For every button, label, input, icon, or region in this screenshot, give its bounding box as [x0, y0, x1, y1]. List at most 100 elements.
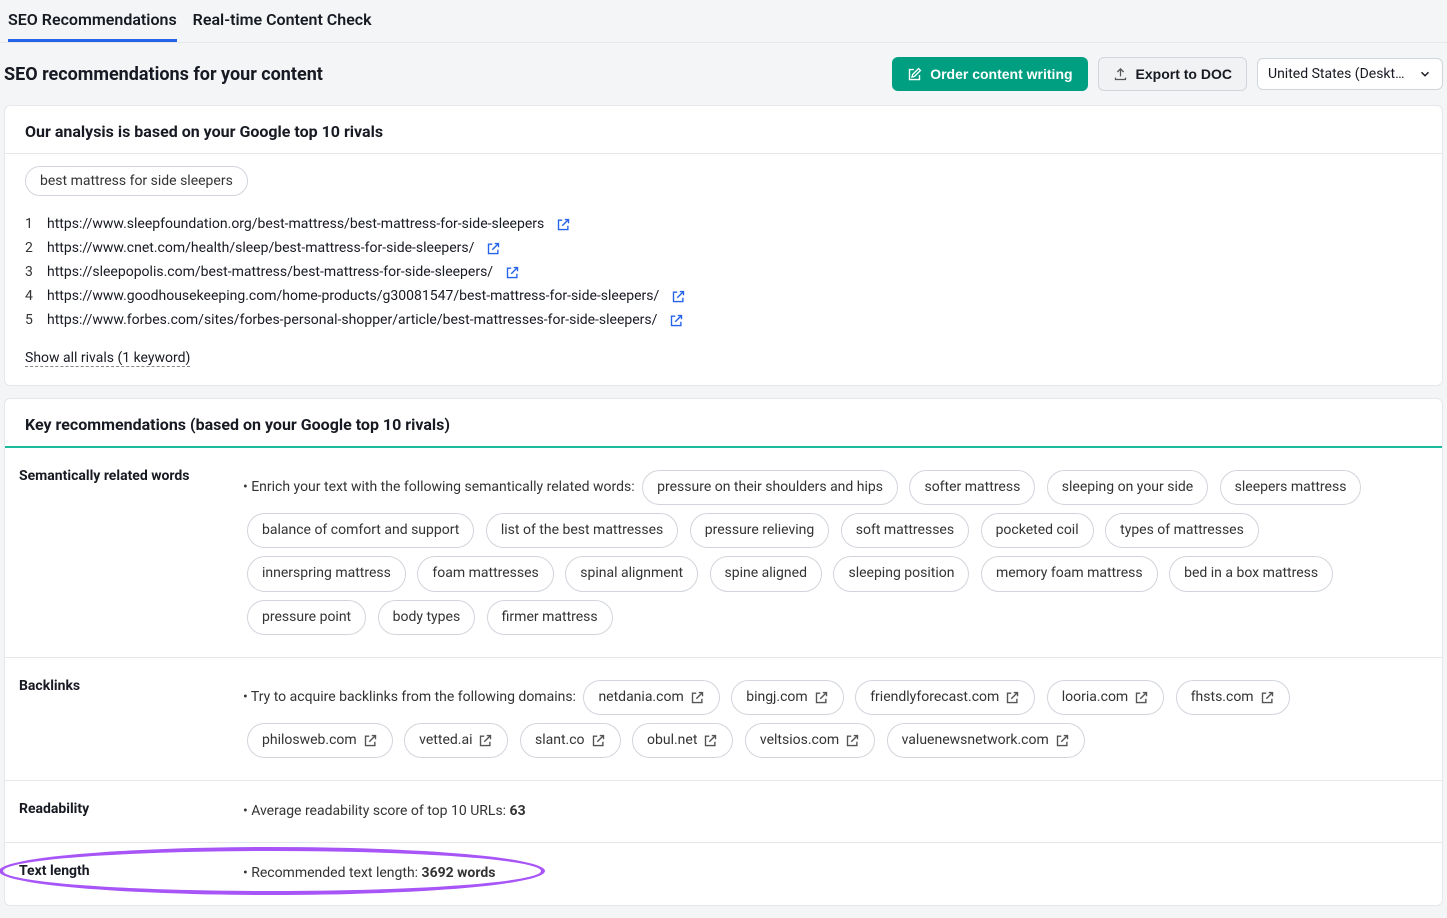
rival-number: 1 [25, 216, 35, 232]
rival-url-link[interactable]: https://www.goodhousekeeping.com/home-pr… [47, 288, 659, 304]
region-select[interactable]: United States (Deskt… [1257, 58, 1443, 90]
rec-row-textlength: Text length • Recommended text length: 3… [5, 843, 1442, 904]
rec-row-readability: Readability • Average readability score … [5, 781, 1442, 843]
external-link-icon [591, 733, 606, 748]
backlink-domain-text: looria.com [1062, 685, 1128, 710]
rival-url-link[interactable]: https://www.sleepfoundation.org/best-mat… [47, 216, 544, 232]
rec-row-backlinks: Backlinks • Try to acquire backlinks fro… [5, 658, 1442, 781]
semantic-lead-text: • Enrich your text with the following se… [243, 479, 635, 495]
region-select-label: United States (Deskt… [1268, 66, 1404, 82]
backlink-domain-pill[interactable]: obul.net [632, 723, 733, 758]
rival-row: 2https://www.cnet.com/health/sleep/best-… [25, 236, 1422, 260]
rival-open-link[interactable] [486, 241, 501, 256]
backlink-domain-pill[interactable]: netdania.com [583, 680, 719, 715]
semantic-word-pill[interactable]: sleeping on your side [1047, 470, 1208, 505]
analysis-heading: Our analysis is based on your Google top… [5, 106, 1442, 154]
semantic-word-pill[interactable]: spinal alignment [565, 556, 698, 591]
backlink-domain-pill[interactable]: philosweb.com [247, 723, 393, 758]
rival-url-link[interactable]: https://www.forbes.com/sites/forbes-pers… [47, 312, 657, 328]
backlink-domain-pill[interactable]: vetted.ai [404, 723, 508, 758]
backlink-domain-text: veltsios.com [760, 728, 839, 753]
rival-open-link[interactable] [669, 313, 684, 328]
rec-label-textlength: Text length [5, 843, 243, 904]
semantic-word-pill[interactable]: sleepers mattress [1220, 470, 1362, 505]
rival-open-link[interactable] [671, 289, 686, 304]
external-link-icon [690, 690, 705, 705]
semantic-word-pill[interactable]: foam mattresses [417, 556, 553, 591]
page-header: SEO recommendations for your content Ord… [0, 43, 1447, 105]
keyword-pill[interactable]: best mattress for side sleepers [25, 166, 248, 196]
semantic-word-pill[interactable]: bed in a box mattress [1169, 556, 1333, 591]
external-link-icon [478, 733, 493, 748]
external-link-icon [1134, 690, 1149, 705]
backlink-domain-text: slant.co [535, 728, 585, 753]
semantic-word-pill[interactable]: balance of comfort and support [247, 513, 474, 548]
show-all-rivals-link[interactable]: Show all rivals (1 keyword) [25, 350, 190, 367]
rec-label-readability: Readability [5, 781, 243, 842]
external-link-icon [703, 733, 718, 748]
rival-open-link[interactable] [556, 217, 571, 232]
backlink-domain-text: obul.net [647, 728, 697, 753]
backlink-domain-text: bingj.com [746, 685, 808, 710]
tab-seo-recommendations[interactable]: SEO Recommendations [8, 0, 177, 42]
external-link-icon [486, 241, 501, 256]
export-doc-label: Export to DOC [1136, 66, 1232, 82]
rival-number: 4 [25, 288, 35, 304]
external-link-icon [1260, 690, 1275, 705]
page-title: SEO recommendations for your content [4, 64, 323, 85]
tab-realtime-check[interactable]: Real-time Content Check [193, 0, 372, 42]
rec-label-semantic: Semantically related words [5, 448, 243, 657]
edit-icon [907, 67, 922, 82]
backlink-domain-text: netdania.com [598, 685, 683, 710]
backlink-domain-pill[interactable]: bingj.com [731, 680, 844, 715]
external-link-icon [556, 217, 571, 232]
external-link-icon [1055, 733, 1070, 748]
external-link-icon [363, 733, 378, 748]
semantic-word-pill[interactable]: pressure relieving [690, 513, 830, 548]
semantic-word-pill[interactable]: firmer mattress [487, 600, 613, 635]
order-content-label: Order content writing [930, 66, 1072, 82]
semantic-word-pill[interactable]: memory foam mattress [981, 556, 1158, 591]
backlink-domain-pill[interactable]: fhsts.com [1176, 680, 1290, 715]
rival-open-link[interactable] [505, 265, 520, 280]
backlink-domain-pill[interactable]: valuenewsnetwork.com [887, 723, 1085, 758]
export-doc-button[interactable]: Export to DOC [1098, 57, 1247, 91]
rivals-list: 1 https://www.sleepfoundation.org/best-ma… [5, 196, 1442, 336]
header-actions: Order content writing Export to DOC Unit… [892, 57, 1443, 91]
backlink-domain-text: philosweb.com [262, 728, 357, 753]
backlinks-lead-text: • Try to acquire backlinks from the foll… [243, 689, 576, 705]
external-link-icon [845, 733, 860, 748]
rival-url-link[interactable]: https://sleepopolis.com/best-mattress/be… [47, 264, 493, 280]
rec-content-semantic: • Enrich your text with the following se… [243, 448, 1442, 657]
backlink-domain-text: friendlyforecast.com [870, 685, 999, 710]
backlink-domain-pill[interactable]: looria.com [1047, 680, 1164, 715]
semantic-word-pill[interactable]: spine aligned [710, 556, 822, 591]
semantic-word-pill[interactable]: innerspring mattress [247, 556, 406, 591]
rival-url-link[interactable]: https://www.cnet.com/health/sleep/best-m… [47, 240, 474, 256]
order-content-button[interactable]: Order content writing [892, 57, 1087, 91]
semantic-word-pill[interactable]: body types [378, 600, 476, 635]
rival-number: 5 [25, 312, 35, 328]
readability-lead-text: • Average readability score of top 10 UR… [243, 803, 510, 819]
chevron-down-icon [1418, 67, 1432, 81]
external-link-icon [505, 265, 520, 280]
semantic-word-pill[interactable]: types of mattresses [1105, 513, 1259, 548]
semantic-word-pill[interactable]: pocketed coil [981, 513, 1094, 548]
semantic-word-pill[interactable]: sleeping position [833, 556, 969, 591]
backlink-domain-pill[interactable]: slant.co [520, 723, 621, 758]
semantic-word-pill[interactable]: pressure on their shoulders and hips [642, 470, 898, 505]
backlink-domain-pill[interactable]: friendlyforecast.com [855, 680, 1035, 715]
rec-content-readability: • Average readability score of top 10 UR… [243, 781, 1442, 842]
rec-content-backlinks: • Try to acquire backlinks from the foll… [243, 658, 1442, 780]
rival-number: 3 [25, 264, 35, 280]
semantic-word-pill[interactable]: soft mattresses [841, 513, 969, 548]
external-link-icon [669, 313, 684, 328]
external-link-icon [1005, 690, 1020, 705]
backlink-domain-pill[interactable]: veltsios.com [745, 723, 875, 758]
semantic-word-pill[interactable]: pressure point [247, 600, 366, 635]
textlength-value: 3692 words [422, 865, 496, 881]
textlength-lead-text: • Recommended text length: [243, 865, 422, 881]
external-link-icon [671, 289, 686, 304]
semantic-word-pill[interactable]: softer mattress [909, 470, 1035, 505]
semantic-word-pill[interactable]: list of the best mattresses [486, 513, 678, 548]
